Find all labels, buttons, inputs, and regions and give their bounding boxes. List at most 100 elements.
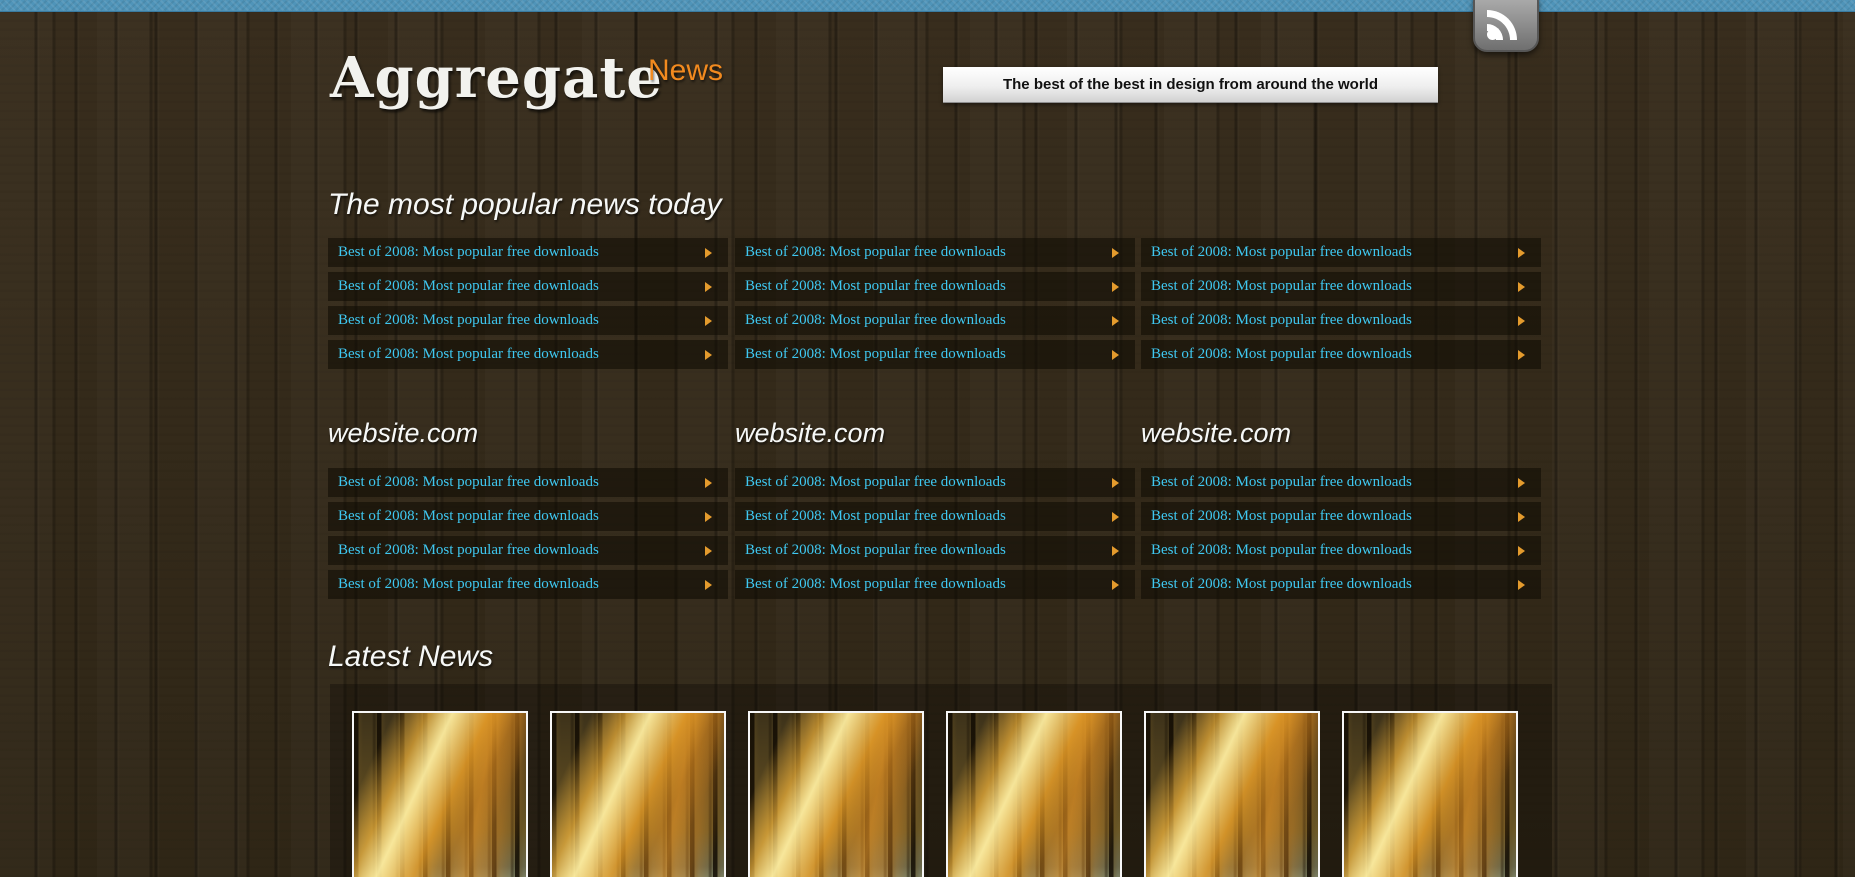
site-logo[interactable]: Aggregate News xyxy=(330,44,663,124)
news-link[interactable]: Best of 2008: Most popular free download… xyxy=(1141,272,1541,301)
news-link-label: Best of 2008: Most popular free download… xyxy=(1141,346,1412,363)
site-column-2: Best of 2008: Most popular free download… xyxy=(735,468,1135,604)
popular-column-3: Best of 2008: Most popular free download… xyxy=(1141,238,1541,374)
arrow-right-icon xyxy=(705,316,712,326)
news-link-label: Best of 2008: Most popular free download… xyxy=(735,244,1006,261)
news-link[interactable]: Best of 2008: Most popular free download… xyxy=(735,340,1135,369)
news-link-label: Best of 2008: Most popular free download… xyxy=(735,312,1006,329)
arrow-right-icon xyxy=(705,248,712,258)
rss-glyph-icon xyxy=(1486,3,1526,41)
arrow-right-icon xyxy=(705,546,712,556)
popular-column-1: Best of 2008: Most popular free download… xyxy=(328,238,728,374)
news-link[interactable]: Best of 2008: Most popular free download… xyxy=(328,536,728,565)
arrow-right-icon xyxy=(1518,350,1525,360)
news-link-label: Best of 2008: Most popular free download… xyxy=(1141,278,1412,295)
arrow-right-icon xyxy=(705,282,712,292)
news-link[interactable]: Best of 2008: Most popular free download… xyxy=(735,272,1135,301)
arrow-right-icon xyxy=(705,512,712,522)
arrow-right-icon xyxy=(705,350,712,360)
tagline-banner: The best of the best in design from arou… xyxy=(943,67,1438,103)
arrow-right-icon xyxy=(1518,282,1525,292)
arrow-right-icon xyxy=(1518,546,1525,556)
website-heading-1: website.com xyxy=(328,418,728,448)
news-link[interactable]: Best of 2008: Most popular free download… xyxy=(735,570,1135,599)
news-link[interactable]: Best of 2008: Most popular free download… xyxy=(328,502,728,531)
news-link-label: Best of 2008: Most popular free download… xyxy=(328,474,599,491)
top-accent-bar xyxy=(0,0,1855,12)
tagline-text: The best of the best in design from arou… xyxy=(1003,76,1378,93)
site-column-1: Best of 2008: Most popular free download… xyxy=(328,468,728,604)
arrow-right-icon xyxy=(1112,546,1119,556)
news-link-label: Best of 2008: Most popular free download… xyxy=(328,542,599,559)
logo-text: Aggregate xyxy=(330,45,663,111)
news-link-label: Best of 2008: Most popular free download… xyxy=(735,508,1006,525)
arrow-right-icon xyxy=(1518,316,1525,326)
news-link-label: Best of 2008: Most popular free download… xyxy=(1141,474,1412,491)
news-link-label: Best of 2008: Most popular free download… xyxy=(735,278,1006,295)
news-thumbnail[interactable] xyxy=(748,711,924,877)
logo-accent-text: News xyxy=(648,56,723,86)
arrow-right-icon xyxy=(1518,580,1525,590)
news-link[interactable]: Best of 2008: Most popular free download… xyxy=(735,502,1135,531)
arrow-right-icon xyxy=(705,478,712,488)
news-link[interactable]: Best of 2008: Most popular free download… xyxy=(328,340,728,369)
news-link[interactable]: Best of 2008: Most popular free download… xyxy=(1141,306,1541,335)
news-link-label: Best of 2008: Most popular free download… xyxy=(328,346,599,363)
page-background: Aggregate News The best of the best in d… xyxy=(0,0,1855,877)
website-heading-3: website.com xyxy=(1141,418,1541,448)
news-thumbnail[interactable] xyxy=(550,711,726,877)
news-link-label: Best of 2008: Most popular free download… xyxy=(328,508,599,525)
news-link[interactable]: Best of 2008: Most popular free download… xyxy=(1141,238,1541,267)
arrow-right-icon xyxy=(1518,478,1525,488)
arrow-right-icon xyxy=(1112,248,1119,258)
news-thumbnail[interactable] xyxy=(946,711,1122,877)
website-heading-2: website.com xyxy=(735,418,1135,448)
news-link[interactable]: Best of 2008: Most popular free download… xyxy=(328,468,728,497)
rss-icon[interactable] xyxy=(1473,0,1539,52)
news-link-label: Best of 2008: Most popular free download… xyxy=(735,346,1006,363)
news-link-label: Best of 2008: Most popular free download… xyxy=(328,244,599,261)
news-link-label: Best of 2008: Most popular free download… xyxy=(328,576,599,593)
news-link[interactable]: Best of 2008: Most popular free download… xyxy=(1141,340,1541,369)
news-link[interactable]: Best of 2008: Most popular free download… xyxy=(735,306,1135,335)
arrow-right-icon xyxy=(1112,350,1119,360)
news-link-label: Best of 2008: Most popular free download… xyxy=(1141,312,1412,329)
arrow-right-icon xyxy=(1112,478,1119,488)
arrow-right-icon xyxy=(1518,248,1525,258)
news-link[interactable]: Best of 2008: Most popular free download… xyxy=(735,238,1135,267)
news-link[interactable]: Best of 2008: Most popular free download… xyxy=(328,306,728,335)
arrow-right-icon xyxy=(705,580,712,590)
news-thumbnail[interactable] xyxy=(352,711,528,877)
news-link-label: Best of 2008: Most popular free download… xyxy=(1141,576,1412,593)
news-link-label: Best of 2008: Most popular free download… xyxy=(735,474,1006,491)
latest-news-title: Latest News xyxy=(328,640,493,674)
news-link[interactable]: Best of 2008: Most popular free download… xyxy=(328,238,728,267)
news-link[interactable]: Best of 2008: Most popular free download… xyxy=(328,570,728,599)
latest-news-panel xyxy=(330,684,1552,877)
arrow-right-icon xyxy=(1518,512,1525,522)
site-column-3: Best of 2008: Most popular free download… xyxy=(1141,468,1541,604)
news-link[interactable]: Best of 2008: Most popular free download… xyxy=(1141,536,1541,565)
popular-column-2: Best of 2008: Most popular free download… xyxy=(735,238,1135,374)
arrow-right-icon xyxy=(1112,580,1119,590)
news-link[interactable]: Best of 2008: Most popular free download… xyxy=(1141,570,1541,599)
thumbnail-row xyxy=(352,711,1518,877)
news-link-label: Best of 2008: Most popular free download… xyxy=(1141,542,1412,559)
arrow-right-icon xyxy=(1112,512,1119,522)
news-thumbnail[interactable] xyxy=(1342,711,1518,877)
news-thumbnail[interactable] xyxy=(1144,711,1320,877)
arrow-right-icon xyxy=(1112,316,1119,326)
news-link[interactable]: Best of 2008: Most popular free download… xyxy=(328,272,728,301)
news-link[interactable]: Best of 2008: Most popular free download… xyxy=(1141,468,1541,497)
news-link-label: Best of 2008: Most popular free download… xyxy=(1141,508,1412,525)
news-link-label: Best of 2008: Most popular free download… xyxy=(1141,244,1412,261)
arrow-right-icon xyxy=(1112,282,1119,292)
news-link-label: Best of 2008: Most popular free download… xyxy=(328,312,599,329)
news-link[interactable]: Best of 2008: Most popular free download… xyxy=(735,468,1135,497)
news-link-label: Best of 2008: Most popular free download… xyxy=(735,542,1006,559)
news-link-label: Best of 2008: Most popular free download… xyxy=(328,278,599,295)
news-link-label: Best of 2008: Most popular free download… xyxy=(735,576,1006,593)
popular-section-title: The most popular news today xyxy=(328,188,722,222)
news-link[interactable]: Best of 2008: Most popular free download… xyxy=(735,536,1135,565)
news-link[interactable]: Best of 2008: Most popular free download… xyxy=(1141,502,1541,531)
